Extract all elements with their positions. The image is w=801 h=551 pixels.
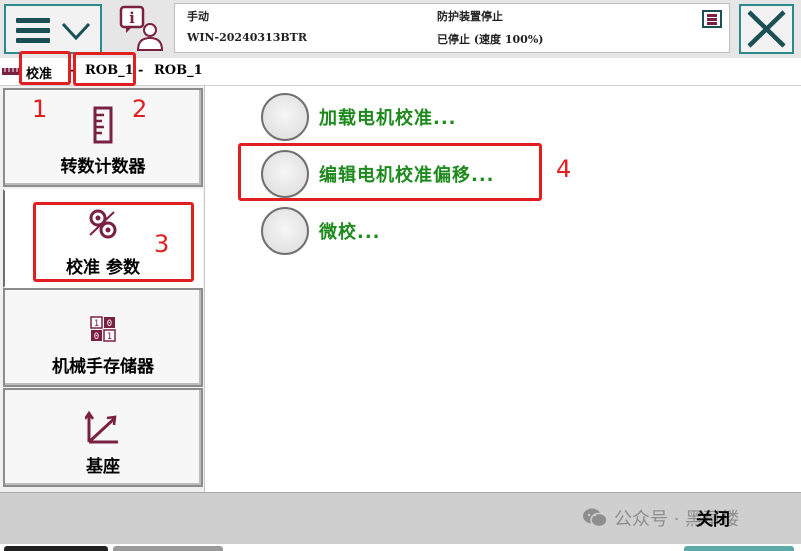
annotation-number-2: 2 <box>132 95 148 123</box>
stop-status-icon <box>702 10 722 28</box>
binary-memory-icon: 1 0 0 1 <box>90 316 116 342</box>
chevron-down-icon <box>61 22 91 41</box>
motor-status: 已停止 (速度 100%) <box>437 33 544 46</box>
option-load-motor-calibration[interactable]: 加载电机校准... <box>261 93 541 141</box>
revolution-counter-icon <box>93 106 113 144</box>
wechat-icon <box>583 508 608 528</box>
breadcrumb-separator: - <box>138 63 144 78</box>
annotation-number-1: 1 <box>32 95 48 123</box>
radio-button[interactable] <box>261 93 309 141</box>
annotation-box-1 <box>19 51 71 85</box>
safety-status: 防护装置停止 <box>437 10 503 23</box>
event-log-icon[interactable]: i <box>118 4 166 52</box>
option-label: 微校... <box>319 222 381 243</box>
task-tab[interactable] <box>4 546 108 551</box>
base-axes-icon <box>85 410 118 444</box>
operation-mode: 手动 <box>187 10 209 23</box>
close-icon <box>747 10 786 48</box>
sidebar-item-label: 转数计数器 <box>60 157 146 177</box>
status-panel[interactable]: 手动 WIN-20240313BTR 防护装置停止 已停止 (速度 100%) <box>174 3 730 53</box>
annotation-number-4: 4 <box>556 155 572 183</box>
task-tab[interactable] <box>113 546 223 551</box>
hamburger-icon <box>16 18 50 44</box>
svg-text:1: 1 <box>107 332 112 342</box>
sidebar-item-robot-memory[interactable]: 1 0 0 1 机械手存储器 <box>3 288 203 387</box>
sidebar-item-base-frame[interactable]: 基座 <box>3 388 203 487</box>
close-window-button[interactable] <box>739 4 794 54</box>
annotation-box-4 <box>238 143 542 201</box>
sidebar-item-label: 机械手存储器 <box>52 357 154 377</box>
svg-text:i: i <box>129 9 135 27</box>
sidebar-item-label: 基座 <box>86 457 120 477</box>
main-menu-button[interactable] <box>4 4 102 54</box>
svg-text:0: 0 <box>94 332 99 342</box>
close-button[interactable]: 关闭 <box>696 505 730 530</box>
annotation-number-3: 3 <box>154 230 170 258</box>
radio-button[interactable] <box>261 207 309 255</box>
svg-text:0: 0 <box>107 319 112 329</box>
option-label: 加载电机校准... <box>319 108 457 129</box>
option-fine-calibration[interactable]: 微校... <box>261 207 541 255</box>
annotation-box-3 <box>33 202 194 282</box>
task-tab[interactable] <box>684 546 794 551</box>
controller-name: WIN-20240313BTR <box>187 31 307 44</box>
command-bar: 公众号 · 黑草楼 关闭 <box>0 492 801 544</box>
calibration-ruler-icon <box>2 68 20 75</box>
top-bar: i 手动 WIN-20240313BTR 防护装置停止 已停止 (速度 100%… <box>0 0 801 58</box>
svg-text:1: 1 <box>94 319 99 329</box>
annotation-box-2 <box>73 52 136 86</box>
calibration-sidebar: 转数计数器 校准 参数 1 0 0 1 机械手存储器 基座 <box>0 86 205 492</box>
breadcrumb-robot[interactable]: ROB_1 <box>154 63 203 78</box>
